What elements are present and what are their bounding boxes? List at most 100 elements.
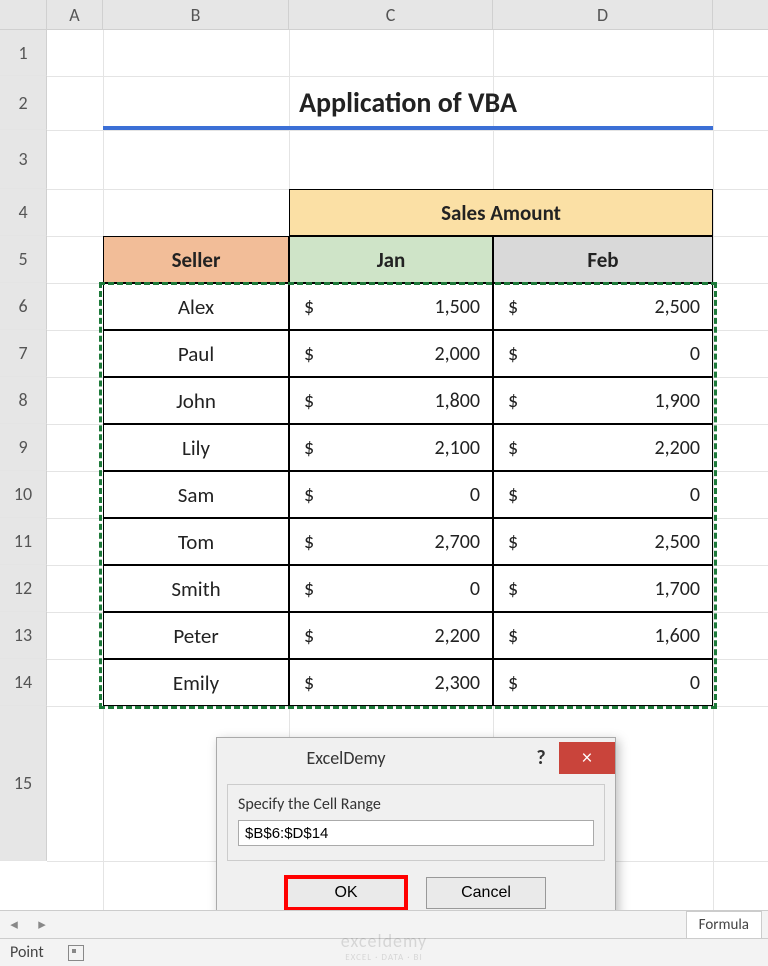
currency-symbol: $	[304, 624, 314, 648]
jan-cell[interactable]: $0	[289, 471, 493, 518]
jan-cell[interactable]: $2,100	[289, 424, 493, 471]
jan-cell[interactable]: $0	[289, 565, 493, 612]
row-header-10[interactable]: 10	[0, 471, 47, 518]
row-header-6[interactable]: 6	[0, 283, 47, 330]
amount-value: 1,700	[654, 577, 700, 601]
table-row: Paul$2,000$0	[103, 330, 713, 377]
row-header-1[interactable]: 1	[0, 30, 47, 76]
row-header-column: 123456789101112131415	[0, 30, 47, 861]
row-header-8[interactable]: 8	[0, 377, 47, 424]
table-row: Peter$2,200$1,600	[103, 612, 713, 659]
table-row: Emily$2,300$0	[103, 659, 713, 706]
feb-cell[interactable]: $1,600	[493, 612, 713, 659]
amount-value: 2,500	[654, 295, 700, 319]
row-header-9[interactable]: 9	[0, 424, 47, 471]
seller-cell[interactable]: Sam	[103, 471, 289, 518]
column-header-row: A B C D	[0, 0, 768, 30]
blank-header	[103, 189, 289, 236]
jan-cell[interactable]: $1,500	[289, 283, 493, 330]
cancel-button[interactable]: Cancel	[426, 877, 546, 909]
row-header-11[interactable]: 11	[0, 518, 47, 565]
jan-cell[interactable]: $2,000	[289, 330, 493, 377]
dialog-label: Specify the Cell Range	[238, 795, 594, 814]
column-header-B[interactable]: B	[103, 0, 289, 29]
row-header-15[interactable]: 15	[0, 706, 47, 861]
tab-nav-next[interactable]: ▸	[28, 915, 56, 934]
feb-cell[interactable]: $2,200	[493, 424, 713, 471]
sheet-tab-strip: ◂ ▸ Formula	[0, 910, 768, 938]
amount-value: 2,100	[434, 436, 480, 460]
currency-symbol: $	[304, 342, 314, 366]
feb-cell[interactable]: $0	[493, 330, 713, 377]
dialog-titlebar[interactable]: ExcelDemy ? ×	[217, 738, 615, 778]
row-header-12[interactable]: 12	[0, 565, 47, 612]
amount-value: 1,800	[434, 389, 480, 413]
row-header-2[interactable]: 2	[0, 76, 47, 130]
seller-cell[interactable]: Paul	[103, 330, 289, 377]
macro-recorder-icon[interactable]	[68, 945, 84, 961]
tab-nav-prev[interactable]: ◂	[0, 915, 28, 934]
row-header-14[interactable]: 14	[0, 659, 47, 706]
seller-cell[interactable]: Peter	[103, 612, 289, 659]
close-button[interactable]: ×	[559, 742, 615, 774]
feb-cell[interactable]: $0	[493, 471, 713, 518]
feb-cell[interactable]: $0	[493, 659, 713, 706]
seller-cell[interactable]: Smith	[103, 565, 289, 612]
sheet-tab[interactable]: Formula	[686, 911, 762, 939]
seller-cell[interactable]: Emily	[103, 659, 289, 706]
row-header-4[interactable]: 4	[0, 189, 47, 236]
row-header-7[interactable]: 7	[0, 330, 47, 377]
currency-symbol: $	[508, 530, 518, 554]
amount-value: 0	[690, 342, 700, 366]
amount-value: 2,700	[434, 530, 480, 554]
amount-value: 1,500	[434, 295, 480, 319]
amount-value: 2,300	[434, 671, 480, 695]
row-header-3[interactable]: 3	[0, 130, 47, 189]
feb-cell[interactable]: $1,700	[493, 565, 713, 612]
column-header-D[interactable]: D	[493, 0, 713, 29]
page-title: Application of VBA	[103, 76, 713, 130]
jan-cell[interactable]: $2,300	[289, 659, 493, 706]
table-row: Sam$0$0	[103, 471, 713, 518]
currency-symbol: $	[508, 295, 518, 319]
amount-value: 2,200	[654, 436, 700, 460]
column-header-A[interactable]: A	[47, 0, 103, 29]
input-dialog: ExcelDemy ? × Specify the Cell Range OK …	[216, 737, 616, 924]
row-header-5[interactable]: 5	[0, 236, 47, 283]
feb-cell[interactable]: $2,500	[493, 518, 713, 565]
jan-cell[interactable]: $1,800	[289, 377, 493, 424]
amount-value: 1,600	[654, 624, 700, 648]
ok-button[interactable]: OK	[286, 877, 406, 909]
seller-cell[interactable]: Lily	[103, 424, 289, 471]
select-all-corner[interactable]	[0, 0, 47, 29]
header-seller: Seller	[103, 236, 289, 283]
currency-symbol: $	[508, 624, 518, 648]
row-header-13[interactable]: 13	[0, 612, 47, 659]
currency-symbol: $	[508, 389, 518, 413]
amount-value: 1,900	[654, 389, 700, 413]
amount-value: 0	[690, 483, 700, 507]
amount-value: 2,200	[434, 624, 480, 648]
jan-cell[interactable]: $2,700	[289, 518, 493, 565]
header-sales-amount: Sales Amount	[289, 189, 713, 236]
currency-symbol: $	[508, 483, 518, 507]
jan-cell[interactable]: $2,200	[289, 612, 493, 659]
column-header-C[interactable]: C	[289, 0, 493, 29]
currency-symbol: $	[508, 577, 518, 601]
seller-cell[interactable]: Tom	[103, 518, 289, 565]
status-bar: Point	[0, 938, 768, 966]
dialog-title: ExcelDemy	[169, 747, 523, 769]
currency-symbol: $	[304, 671, 314, 695]
currency-symbol: $	[304, 577, 314, 601]
seller-cell[interactable]: John	[103, 377, 289, 424]
feb-cell[interactable]: $1,900	[493, 377, 713, 424]
amount-value: 0	[470, 577, 480, 601]
help-button[interactable]: ?	[523, 746, 559, 770]
seller-cell[interactable]: Alex	[103, 283, 289, 330]
data-table: Sales Amount Seller Jan Feb Alex$1,500$2…	[103, 189, 713, 706]
dialog-body: Specify the Cell Range	[227, 784, 605, 861]
range-input[interactable]	[238, 820, 594, 846]
currency-symbol: $	[304, 389, 314, 413]
worksheet-area: A B C D 123456789101112131415 Applicatio…	[0, 0, 768, 910]
feb-cell[interactable]: $2,500	[493, 283, 713, 330]
